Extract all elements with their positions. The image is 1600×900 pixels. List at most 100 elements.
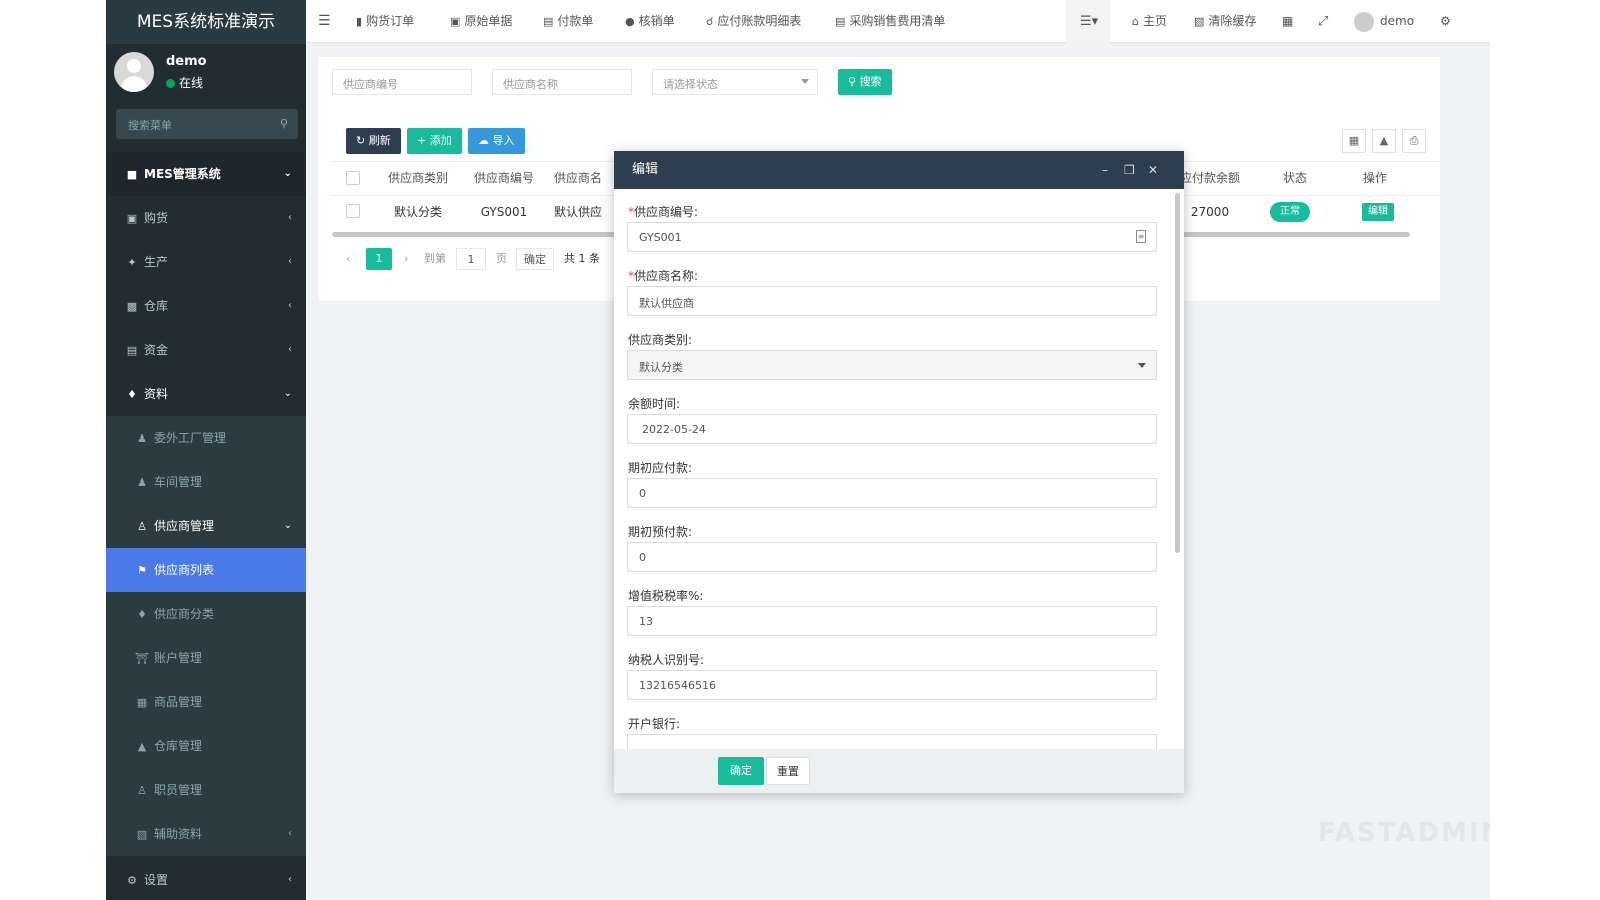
user-menu-name: demo <box>1380 14 1415 28</box>
sidebar-item-warehouse-mgmt[interactable]: ▲ 仓库管理 <box>106 724 306 768</box>
sidebar-item-goods[interactable]: ▦ 商品管理 <box>106 680 306 724</box>
sidebar-item-accounts[interactable]: ⛩ 账户管理 <box>106 636 306 680</box>
sidebar-item-supplier-mgmt[interactable]: ♙ 供应商管理 ⌄ <box>106 504 306 548</box>
reset-button[interactable]: 重置 <box>766 757 810 785</box>
sidebar-item-purchase[interactable]: ▣ 购货 ‹ <box>106 196 306 240</box>
refresh-button[interactable]: ↻ 刷新 <box>346 128 401 154</box>
field-value: GYS001 <box>639 231 682 244</box>
home-link[interactable]: ⌂ 主页 <box>1132 0 1167 43</box>
sidebar-item-production[interactable]: ✦ 生产 ‹ <box>106 240 306 284</box>
app-title[interactable]: MES系统标准演示 <box>106 0 306 44</box>
tab-list-icon[interactable]: ☰▾ <box>1080 0 1098 43</box>
status-text: 正常 <box>1280 206 1300 217</box>
status-select[interactable]: 请选择状态 <box>652 69 818 95</box>
bank-field[interactable] <box>627 734 1157 749</box>
print-icon[interactable]: ⎙ <box>1402 129 1426 153</box>
minimize-icon[interactable]: – <box>1102 151 1108 189</box>
supplier-name-field[interactable]: 默认供应商 <box>627 286 1157 316</box>
page-input[interactable]: 1 <box>456 248 486 270</box>
sidebar-item-warehouse[interactable]: ▩ 仓库 ‹ <box>106 284 306 328</box>
tab-payment[interactable]: ▤ 付款单 <box>543 0 593 43</box>
sidebar-item-staff[interactable]: ♙ 职员管理 <box>106 768 306 812</box>
cogs-icon: ⚙ <box>127 874 137 887</box>
next-page-icon[interactable]: › <box>404 248 408 270</box>
sidebar-item-supplier-category[interactable]: ♦ 供应商分类 <box>106 592 306 636</box>
sidebar-item-aux[interactable]: ▧ 辅助资料 ‹ <box>106 812 306 856</box>
placeholder: 供应商编号 <box>343 78 398 91</box>
field-label-balance-date: 余额时间: <box>628 397 681 411</box>
supplier-code-filter[interactable]: 供应商编号 <box>332 69 472 95</box>
select-all-checkbox[interactable] <box>346 171 360 185</box>
modal-scrollbar[interactable] <box>1175 193 1180 553</box>
status-badge[interactable]: 正常 <box>1270 202 1310 222</box>
user-plus-icon: ♟ <box>137 476 147 489</box>
field-label-initial-payable: 期初应付款: <box>628 461 693 475</box>
placeholder: 请选择状态 <box>663 78 718 91</box>
col-header[interactable]: 供应商类别 <box>376 161 460 195</box>
field-value: 13 <box>639 615 653 628</box>
sidebar-item-label: 生产 <box>144 255 169 269</box>
tab-label: 采购销售费用清单 <box>849 14 946 28</box>
search-button[interactable]: ⚲ 搜索 <box>838 69 892 95</box>
fullscreen-icon[interactable]: ⤢ <box>1318 0 1328 43</box>
field-value: 2022-05-24 <box>642 423 706 436</box>
modal-header[interactable]: 编辑 – ❐ ✕ <box>614 151 1184 189</box>
edit-button[interactable]: 编辑 <box>1362 203 1394 221</box>
confirm-button[interactable]: 确定 <box>718 757 764 785</box>
balance-date-field[interactable]: 2022-05-24 <box>627 414 1157 444</box>
initial-payable-field[interactable]: 0 <box>627 478 1157 508</box>
sidebar-item-outsource[interactable]: ♟ 委外工厂管理 <box>106 416 306 460</box>
col-header[interactable]: 供应商编号 <box>462 161 546 195</box>
supplier-code-field[interactable]: GYS001 ≡ <box>627 222 1157 252</box>
menu-toggle-icon[interactable]: ☰ <box>318 0 331 43</box>
sidebar-item-workshop[interactable]: ♟ 车间管理 <box>106 460 306 504</box>
tab-purchase-order[interactable]: ▮ 购货订单 <box>356 0 414 43</box>
tab-original-docs[interactable]: ▣ 原始单据 <box>450 0 512 43</box>
clear-cache-button[interactable]: ▧ 清除缓存 <box>1194 0 1256 43</box>
truck-icon: ▲ <box>137 740 147 753</box>
sidebar-item-settings[interactable]: ⚙ 设置 ‹ <box>106 856 306 900</box>
search-icon: ⚲ <box>848 75 860 88</box>
prev-page-icon[interactable]: ‹ <box>346 248 350 270</box>
translate-icon[interactable]: ▦ <box>1282 0 1293 43</box>
col-header[interactable]: 供应商名 <box>550 161 606 195</box>
vat-rate-field[interactable]: 13 <box>627 606 1157 636</box>
taxpayer-id-field[interactable]: 13216546516 <box>627 670 1157 700</box>
export-icon[interactable]: ▲ <box>1372 129 1396 153</box>
trash-icon: ▧ <box>1194 15 1205 28</box>
row-checkbox[interactable] <box>346 204 360 218</box>
chevron-left-icon: ‹ <box>288 256 292 267</box>
search-icon[interactable]: ⚲ <box>280 117 288 130</box>
add-button[interactable]: + 添加 <box>407 128 462 154</box>
initial-prepayment-field[interactable]: 0 <box>627 542 1157 572</box>
maximize-icon[interactable]: ❐ <box>1124 151 1135 189</box>
watermark: FASTADMIN <box>1318 818 1490 848</box>
supplier-category-select[interactable]: 默认分类 <box>627 350 1157 380</box>
tab-payables-detail[interactable]: ☌ 应付账款明细表 <box>706 0 801 43</box>
settings-icon[interactable]: ⚙ <box>1440 0 1451 43</box>
clipboard-icon[interactable]: ≡ <box>1136 230 1146 243</box>
sidebar-item-label: 仓库管理 <box>154 739 203 753</box>
search-menu-input[interactable]: 搜索菜单 ⚲ <box>116 109 298 139</box>
import-button[interactable]: ☁ 导入 <box>468 128 525 154</box>
page-current[interactable]: 1 <box>366 248 392 270</box>
columns-icon[interactable]: ▦ <box>1342 129 1366 153</box>
edit-modal: 编辑 – ❐ ✕ *供应商编号: GYS001 ≡ *供应商名称: 默认供应商 供… <box>614 151 1184 793</box>
sidebar-item-mes[interactable]: ■ MES管理系统 ⌄ <box>106 152 306 196</box>
sidebar-item-label: 车间管理 <box>154 475 203 489</box>
cell-category: 默认分类 <box>393 205 442 219</box>
close-icon[interactable]: ✕ <box>1148 151 1158 189</box>
key-icon: ☌ <box>706 15 714 28</box>
sidebar-item-funds[interactable]: ▤ 资金 ‹ <box>106 328 306 372</box>
tab-purchase-sales-expense[interactable]: ▤ 采购销售费用清单 <box>835 0 945 43</box>
sidebar-item-supplier-list[interactable]: ⚑ 供应商列表 <box>106 548 306 592</box>
supplier-name-filter[interactable]: 供应商名称 <box>492 69 632 95</box>
page-confirm-button[interactable]: 确定 <box>516 248 554 270</box>
search-menu-placeholder: 搜索菜单 <box>128 119 172 132</box>
database-icon: ▤ <box>126 344 138 357</box>
col-header[interactable]: 状态 <box>1270 161 1320 195</box>
chevron-left-icon: ‹ <box>288 300 292 311</box>
user-menu[interactable]: demo <box>1354 0 1414 43</box>
sidebar-item-data[interactable]: ♦ 资料 ⌄ <box>106 372 306 416</box>
tab-writeoff[interactable]: ● 核销单 <box>625 0 675 43</box>
